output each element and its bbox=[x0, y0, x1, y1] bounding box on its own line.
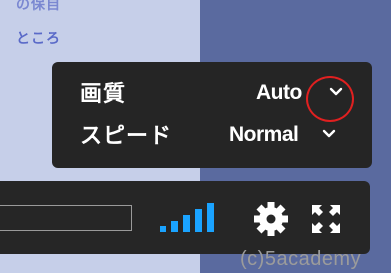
volume-bars-icon[interactable] bbox=[158, 202, 220, 232]
copyright-watermark: (c)5academy bbox=[240, 248, 362, 270]
fullscreen-icon[interactable] bbox=[310, 203, 342, 235]
speed-label: スピード bbox=[80, 124, 173, 149]
gear-icon[interactable] bbox=[253, 201, 289, 237]
video-text-line-2: ところ bbox=[16, 31, 61, 47]
progress-bar[interactable] bbox=[0, 205, 132, 231]
video-text-line-1: の保自 bbox=[16, 0, 61, 13]
chevron-down-icon[interactable] bbox=[322, 128, 336, 140]
player-control-bar bbox=[0, 181, 370, 254]
quality-label: 画質 bbox=[80, 82, 127, 107]
quality-value[interactable]: Auto bbox=[256, 81, 302, 105]
settings-menu: 画質 Auto スピード Normal bbox=[52, 62, 372, 168]
speed-setting-row[interactable]: スピード Normal bbox=[52, 116, 372, 156]
quality-setting-row[interactable]: 画質 Auto bbox=[52, 74, 372, 122]
speed-value[interactable]: Normal bbox=[229, 123, 299, 147]
